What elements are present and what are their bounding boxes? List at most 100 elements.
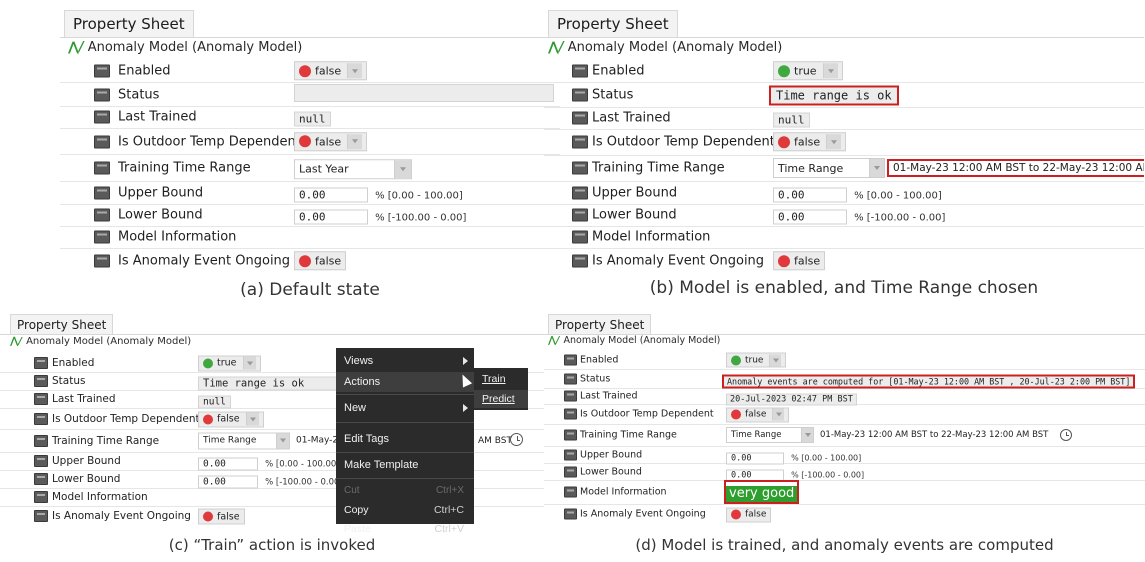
row-label: Is Anomaly Event Ongoing bbox=[592, 253, 765, 269]
false-indicator-icon bbox=[299, 254, 311, 267]
enabled-toggle[interactable]: true bbox=[198, 355, 261, 371]
status-field: Time range is ok bbox=[198, 376, 348, 391]
property-sheet-tab[interactable]: Property Sheet bbox=[548, 314, 652, 335]
property-sheet-tab[interactable]: Property Sheet bbox=[10, 314, 114, 335]
outdoor-temp-toggle[interactable]: false bbox=[773, 132, 847, 152]
row-enabled: Enabled false bbox=[60, 60, 560, 83]
menu-item-views[interactable]: Views bbox=[336, 351, 474, 371]
slot-icon bbox=[34, 455, 48, 467]
menu-item-make-template[interactable]: Make Template bbox=[336, 454, 474, 476]
upper-bound-input[interactable]: 0.00 bbox=[773, 187, 847, 203]
caption: (c) “Train” action is invoked bbox=[168, 536, 376, 554]
chevron-down-icon[interactable] bbox=[822, 63, 838, 79]
model-tree-node[interactable]: ⋀/Anomaly Model (Anomaly Model) bbox=[10, 336, 191, 347]
chevron-down-icon[interactable] bbox=[772, 408, 785, 421]
panel-b: Property Sheet ⋀/Anomaly Model (Anomaly … bbox=[544, 8, 1144, 308]
chevron-down-icon[interactable] bbox=[869, 159, 884, 177]
time-range-value[interactable]: 01-May-23 12:00 AM BST to 22-May-23 12:0… bbox=[887, 159, 1144, 177]
row-last-trained: Last Trained null bbox=[544, 107, 1144, 130]
row-label: Enabled bbox=[52, 356, 95, 369]
training-time-range-select[interactable]: Time Range bbox=[198, 432, 290, 449]
outdoor-temp-toggle[interactable]: false bbox=[726, 407, 790, 422]
row-label: Upper Bound bbox=[52, 455, 121, 467]
range-hint: % [0.00 - 100.00] bbox=[854, 190, 942, 202]
slot-icon bbox=[94, 64, 110, 78]
row-label: Upper Bound bbox=[580, 449, 643, 460]
model-title: Anomaly Model (Anomaly Model) bbox=[567, 40, 783, 55]
row-label: Is Outdoor Temp Dependent bbox=[580, 408, 714, 420]
slot-icon bbox=[572, 230, 588, 244]
training-time-range-select[interactable]: Time Range bbox=[726, 427, 814, 443]
slot-icon bbox=[564, 373, 577, 384]
menu-item-copy[interactable]: Copy Ctrl+C bbox=[336, 501, 474, 519]
chevron-down-icon[interactable] bbox=[276, 433, 289, 448]
outdoor-temp-toggle[interactable]: false bbox=[198, 411, 264, 427]
row-label: Is Outdoor Temp Dependent bbox=[118, 134, 301, 149]
menu-item-edit-tags[interactable]: Edit Tags bbox=[336, 428, 474, 450]
chevron-right-icon bbox=[463, 404, 468, 412]
submenu-item-train[interactable]: Train bbox=[474, 370, 528, 388]
row-label: Status bbox=[118, 87, 160, 103]
anomaly-event-indicator: false bbox=[198, 508, 245, 525]
model-tree-node[interactable]: ⋀/Anomaly Model (Anomaly Model) bbox=[548, 335, 720, 346]
row-upper-bound: Upper Bound 0.00 % [0.00 - 100.00] bbox=[544, 182, 1144, 205]
slot-icon bbox=[572, 254, 588, 268]
training-time-range-select[interactable]: Last Year bbox=[294, 158, 412, 179]
menu-item-cut[interactable]: Cut Ctrl+X bbox=[336, 482, 474, 500]
model-tree-node[interactable]: ⋀/Anomaly Model (Anomaly Model) bbox=[68, 40, 302, 55]
row-lower-bound: Lower Bound 0.00 % [-100.00 - 0.00] bbox=[544, 204, 1144, 227]
clock-icon[interactable] bbox=[510, 433, 523, 446]
range-hint: % [0.00 - 100.00] bbox=[265, 459, 340, 470]
caption: (b) Model is enabled, and Time Range cho… bbox=[649, 278, 1039, 298]
row-label: Lower Bound bbox=[118, 207, 203, 223]
enabled-toggle[interactable]: true bbox=[773, 61, 843, 81]
slot-icon bbox=[572, 111, 588, 125]
lower-bound-input[interactable]: 0.00 bbox=[773, 209, 847, 225]
training-time-range-select[interactable]: Time Range bbox=[773, 158, 885, 178]
slot-icon bbox=[34, 393, 48, 405]
slot-icon bbox=[34, 434, 48, 447]
row-label: Last Trained bbox=[52, 393, 116, 405]
shortcut-label: Ctrl+C bbox=[433, 504, 464, 516]
slot-icon bbox=[34, 375, 48, 387]
model-tree-node[interactable]: ⋀/Anomaly Model (Anomaly Model) bbox=[548, 40, 782, 55]
enabled-toggle[interactable]: true bbox=[726, 352, 787, 368]
slot-icon bbox=[564, 408, 577, 420]
chevron-down-icon[interactable] bbox=[826, 134, 842, 150]
menu-item-actions[interactable]: Actions bbox=[336, 372, 474, 392]
row-label: Lower Bound bbox=[580, 466, 642, 477]
outdoor-temp-toggle[interactable]: false bbox=[294, 131, 368, 151]
row-training-time-range: Training Time Range Time Range 01-May-23… bbox=[544, 155, 1144, 182]
lower-bound-input[interactable]: 0.00 bbox=[294, 209, 368, 225]
submenu-item-predict[interactable]: Predict bbox=[474, 390, 528, 408]
row-training-time-range: Training Time Range Time Range 01-May-23… bbox=[544, 424, 1145, 447]
chevron-down-icon[interactable] bbox=[347, 63, 363, 79]
caption: (a) Default state bbox=[240, 280, 380, 300]
chevron-down-icon[interactable] bbox=[242, 356, 256, 370]
slot-icon bbox=[564, 449, 577, 460]
chevron-down-icon[interactable] bbox=[394, 159, 411, 178]
panel-a: Property Sheet ⋀/Anomaly Model (Anomaly … bbox=[60, 8, 560, 308]
slot-icon bbox=[34, 510, 48, 522]
upper-bound-input[interactable]: 0.00 bbox=[294, 187, 368, 203]
false-indicator-icon bbox=[778, 254, 790, 267]
slot-icon bbox=[572, 161, 588, 175]
chevron-down-icon[interactable] bbox=[769, 354, 782, 366]
slot-icon bbox=[564, 390, 577, 402]
lower-bound-input[interactable]: 0.00 bbox=[198, 475, 258, 489]
chevron-down-icon[interactable] bbox=[245, 412, 259, 426]
property-sheet-tab[interactable]: Property Sheet bbox=[64, 10, 194, 37]
row-label: Upper Bound bbox=[592, 185, 678, 201]
row-outdoor-temp: Is Outdoor Temp Dependent false bbox=[544, 404, 1145, 425]
time-range-value[interactable]: 01-May-23 12:00 AM BST to 22-May-23 12:0… bbox=[820, 430, 1048, 440]
row-label: Last Trained bbox=[592, 110, 671, 126]
chevron-down-icon[interactable] bbox=[801, 428, 813, 442]
enabled-toggle[interactable]: false bbox=[294, 61, 368, 81]
last-trained-field: null bbox=[294, 111, 331, 127]
row-label: Training Time Range bbox=[52, 434, 160, 447]
menu-item-new[interactable]: New bbox=[336, 397, 474, 419]
property-sheet-tab[interactable]: Property Sheet bbox=[548, 10, 678, 37]
clock-icon[interactable] bbox=[1060, 429, 1073, 441]
row-label: Is Anomaly Event Ongoing bbox=[580, 508, 706, 520]
chevron-down-icon[interactable] bbox=[347, 133, 363, 149]
